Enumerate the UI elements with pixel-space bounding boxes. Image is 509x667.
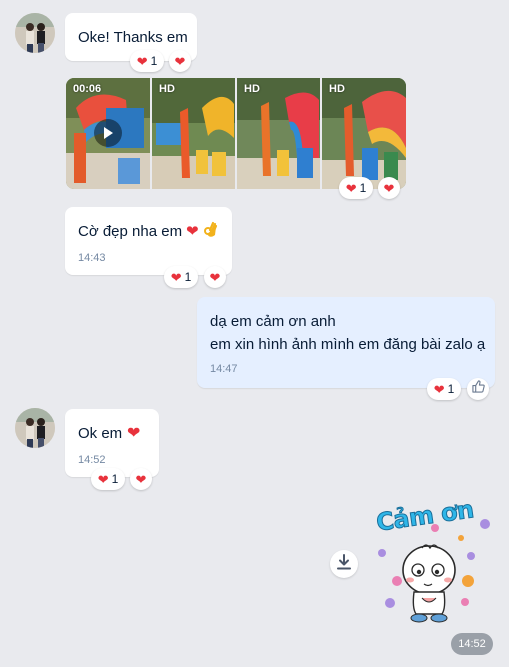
heart-icon: ❤ [174, 53, 186, 69]
sticker[interactable]: Cảm ơn [372, 495, 496, 626]
reaction-summary[interactable]: ❤ 1 [427, 378, 461, 400]
reaction-summary[interactable]: ❤ 1 [339, 177, 373, 199]
download-button[interactable] [330, 550, 358, 578]
avatar[interactable] [15, 408, 55, 448]
heart-icon: ❤ [170, 269, 182, 285]
reaction-count: 1 [359, 181, 367, 195]
react-button[interactable]: ❤ [378, 177, 400, 199]
heart-icon: ❤ [383, 180, 395, 196]
heart-icon: ❤ [127, 425, 141, 442]
message-text: dạ em cảm ơn anh [210, 313, 336, 330]
heart-icon: ❤ [135, 471, 147, 487]
message-time: 14:43 [78, 252, 106, 264]
message-text: Ok em [78, 425, 123, 442]
message-text: em xin hình ảnh mình em đăng bài zalo ạ [210, 336, 486, 353]
video-duration: 00:06 [73, 83, 102, 95]
image-thumbnail[interactable]: HD [322, 78, 406, 189]
play-icon[interactable] [94, 119, 122, 147]
message-bubble[interactable]: Ok em ❤ 14:52 [65, 409, 159, 477]
image-thumbnail[interactable]: HD [152, 78, 235, 189]
react-button[interactable] [467, 378, 489, 400]
reaction-count: 1 [150, 54, 158, 68]
heart-icon: ❤ [209, 269, 221, 285]
hd-badge: HD [159, 83, 175, 95]
heart-icon: ❤ [136, 53, 148, 69]
heart-icon: ❤ [345, 180, 357, 196]
reaction-summary[interactable]: ❤ 1 [164, 266, 198, 288]
message-time: 14:47 [210, 363, 238, 375]
download-icon [337, 553, 351, 575]
reaction-count: 1 [447, 382, 455, 396]
react-button[interactable]: ❤ [130, 468, 152, 490]
hd-badge: HD [329, 83, 345, 95]
react-button[interactable]: ❤ [204, 266, 226, 288]
ok-hand-icon [204, 221, 218, 245]
message-bubble[interactable]: Cờ đẹp nha em ❤ 14:43 [65, 207, 232, 275]
hd-badge: HD [244, 83, 260, 95]
reaction-count: 1 [184, 270, 192, 284]
video-thumbnail[interactable]: 00:06 [66, 78, 150, 189]
reaction-summary[interactable]: ❤ 1 [91, 468, 125, 490]
thumbs-up-icon [471, 380, 485, 398]
media-grid[interactable]: 00:06 HD HD HD [66, 78, 406, 189]
heart-icon: ❤ [433, 381, 445, 397]
message-bubble[interactable]: dạ em cảm ơn anh em xin hình ảnh mình em… [197, 297, 495, 388]
heart-icon: ❤ [186, 223, 199, 240]
image-thumbnail[interactable]: HD [237, 78, 320, 189]
avatar[interactable] [15, 13, 55, 53]
reaction-summary[interactable]: ❤ 1 [130, 50, 164, 72]
sticker-time: 14:52 [451, 633, 493, 655]
react-button[interactable]: ❤ [169, 50, 191, 72]
reaction-count: 1 [111, 472, 119, 486]
message-text: Cờ đẹp nha em [78, 223, 183, 240]
message-time: 14:52 [78, 454, 106, 466]
message-text: Oke! Thanks em [78, 29, 188, 46]
heart-icon: ❤ [97, 471, 109, 487]
